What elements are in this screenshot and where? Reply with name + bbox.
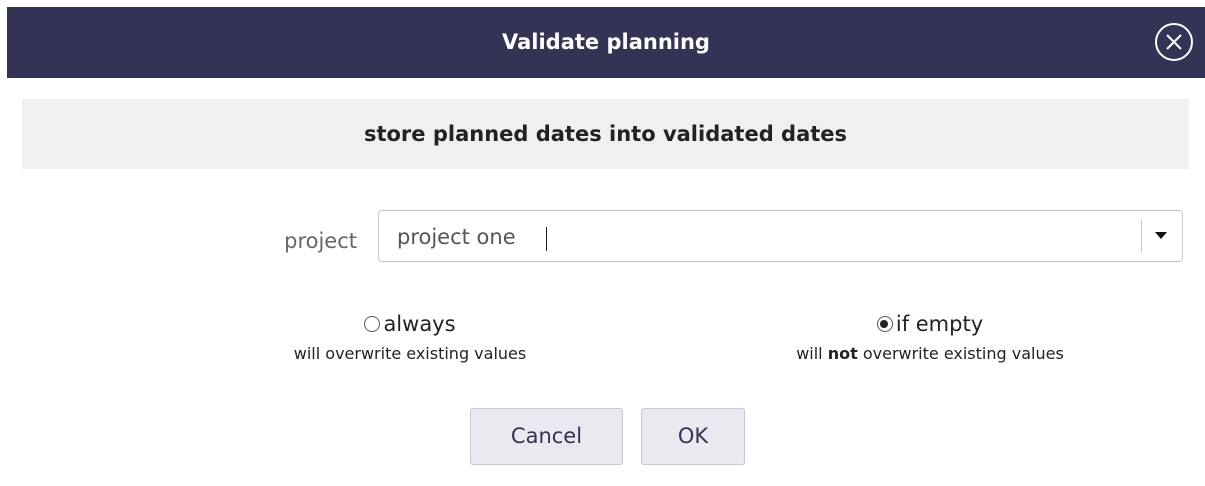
radio-option-always: always will overwrite existing values	[210, 309, 610, 365]
text-cursor	[546, 227, 547, 251]
project-dropdown-button[interactable]	[1142, 211, 1182, 261]
radio-always-icon[interactable]	[364, 316, 381, 332]
project-label: project	[284, 229, 357, 253]
hint-pre: will	[796, 344, 828, 363]
hint-bold: not	[827, 344, 858, 363]
radio-always-label[interactable]: always	[383, 309, 455, 339]
dialog-subtitle-band: store planned dates into validated dates	[22, 99, 1189, 169]
dialog-titlebar: Validate planning	[7, 7, 1205, 78]
cancel-button[interactable]: Cancel	[470, 408, 623, 465]
validate-planning-dialog: Validate planning store planned dates in…	[0, 0, 1205, 486]
radio-if-empty-label[interactable]: if empty	[896, 309, 983, 339]
radio-if-empty[interactable]: if empty	[876, 309, 983, 339]
close-icon[interactable]	[1154, 22, 1194, 62]
dialog-title: Validate planning	[502, 30, 710, 54]
dialog-subtitle: store planned dates into validated dates	[363, 122, 848, 146]
radio-always-hint: will overwrite existing values	[293, 344, 527, 363]
radio-if-empty-hint: will not overwrite existing values	[730, 343, 1130, 365]
ok-button[interactable]: OK	[641, 408, 745, 465]
caret-down-icon	[1155, 232, 1167, 239]
hint-post: overwrite existing values	[857, 344, 1064, 363]
radio-if-empty-icon[interactable]	[876, 316, 893, 332]
project-combobox[interactable]: project one	[378, 210, 1183, 262]
radio-always[interactable]: always	[364, 309, 456, 339]
project-input[interactable]: project one	[397, 223, 516, 251]
radio-option-if-empty: if empty will not overwrite existing val…	[730, 309, 1130, 365]
